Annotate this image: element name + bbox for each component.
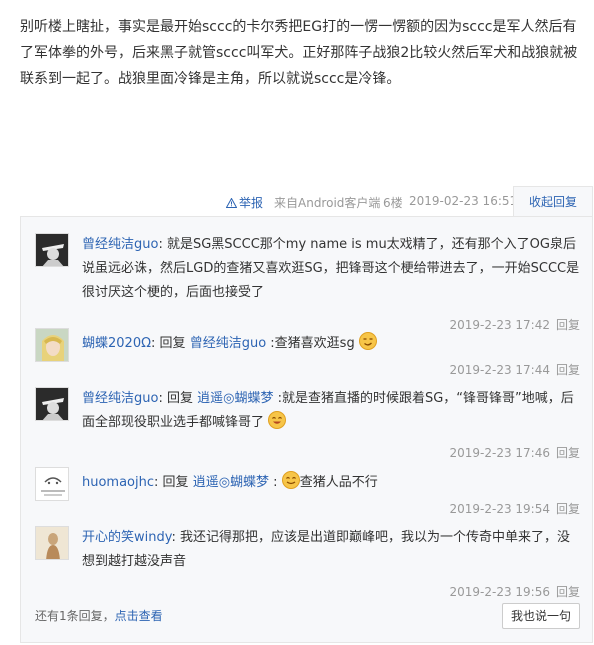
reply-target-user[interactable]: 逍遥◎蝴蝶梦 (193, 475, 269, 490)
reply-username[interactable]: 开心的笑windy (82, 530, 171, 545)
reply-prefix: 回复 (166, 391, 193, 406)
avatar-image (36, 388, 68, 420)
report-link[interactable]: 举报 (226, 194, 263, 211)
avatar-image (36, 234, 68, 266)
warning-icon (226, 198, 237, 208)
avatar[interactable] (35, 467, 69, 501)
reply-username[interactable]: 蝴蝶2020Ω (82, 336, 151, 351)
reply-time: 2019-2-23 19:56 (449, 585, 550, 599)
reply-meta: 2019-2-23 17:46 回复 (449, 441, 580, 465)
more-replies-text: 还有1条回复， (35, 609, 115, 623)
avatar-image (36, 527, 68, 559)
post-content: 别听楼上瞎扯，事实是最开始sccc的卡尔秀把EG打的一愣一愣额的因为sccc是军… (20, 19, 578, 87)
avatar[interactable] (35, 233, 69, 267)
smug-emoji-icon (358, 332, 377, 350)
floor-number: 6楼 (383, 196, 403, 210)
avatar[interactable] (35, 328, 69, 362)
avatar-image (36, 329, 68, 361)
smile-emoji-icon (268, 411, 287, 429)
avatar[interactable] (35, 387, 69, 421)
reply-time: 2019-2-23 17:42 (449, 318, 550, 332)
post-tail: 举报 来自Android客户端 6楼 2019-02-23 16:51 (0, 190, 594, 216)
reply-text: 查猪人品不行 (299, 475, 378, 490)
reply-username[interactable]: huomaojhc (82, 475, 154, 490)
reply-username[interactable]: 曾经纯洁guo (82, 391, 158, 406)
reply-body: 蝴蝶2020Ω: 回复 曾经纯洁guo :查猪喜欢逛sg (82, 332, 582, 356)
reply-button[interactable]: 回复 (556, 502, 580, 516)
reply-prefix: 回复 (159, 336, 186, 351)
reply-body: 曾经纯洁guo: 就是SG黑SCCC那个my name is mu太戏精了，还有… (82, 237, 580, 300)
view-more-link[interactable]: 点击查看 (115, 609, 163, 623)
reply-text: 查猪喜欢逛sg (274, 336, 355, 351)
reply-prefix: 回复 (162, 475, 189, 490)
reply-body: huomaojhc: 回复 逍遥◎蝴蝶梦 : 查猪人品不行 (82, 471, 582, 495)
grin-emoji-icon (281, 471, 300, 489)
collapse-replies-button[interactable]: 收起回复 (513, 186, 593, 217)
avatar-image (36, 468, 68, 500)
reply-panel: 曾经纯洁guo: 就是SG黑SCCC那个my name is mu太戏精了，还有… (20, 216, 593, 643)
reply-button[interactable]: 回复 (556, 585, 580, 599)
post-datetime: 2019-02-23 16:51 (409, 194, 518, 208)
add-reply-button[interactable]: 我也说一句 (502, 603, 580, 629)
reply-button[interactable]: 回复 (556, 363, 580, 377)
reply-body: 曾经纯洁guo: 回复 逍遥◎蝴蝶梦 :就是查猪直播的时候跟着SG，“锋哥锋哥”… (82, 391, 574, 430)
report-label: 举报 (239, 196, 264, 210)
reply-meta: 2019-2-23 19:54 回复 (449, 497, 580, 521)
reply-target-user[interactable]: 曾经纯洁guo (190, 336, 266, 351)
reply-meta: 2019-2-23 17:44 回复 (449, 358, 580, 382)
reply-username[interactable]: 曾经纯洁guo (82, 237, 158, 252)
reply-time: 2019-2-23 19:54 (449, 502, 550, 516)
reply-time: 2019-2-23 17:44 (449, 363, 550, 377)
reply-target-user[interactable]: 逍遥◎蝴蝶梦 (197, 391, 273, 406)
avatar[interactable] (35, 526, 69, 560)
reply-button[interactable]: 回复 (556, 318, 580, 332)
more-replies: 还有1条回复，点击查看 (35, 607, 163, 624)
reply-button[interactable]: 回复 (556, 446, 580, 460)
reply-time: 2019-2-23 17:46 (449, 446, 550, 460)
reply-body: 开心的笑windy: 我还记得那把，应该是出道即巅峰吧，我以为一个传奇中单来了，… (82, 530, 571, 569)
reply-meta: 2019-2-23 19:56 回复 (449, 580, 580, 604)
post-source: 来自Android客户端 (274, 196, 381, 210)
